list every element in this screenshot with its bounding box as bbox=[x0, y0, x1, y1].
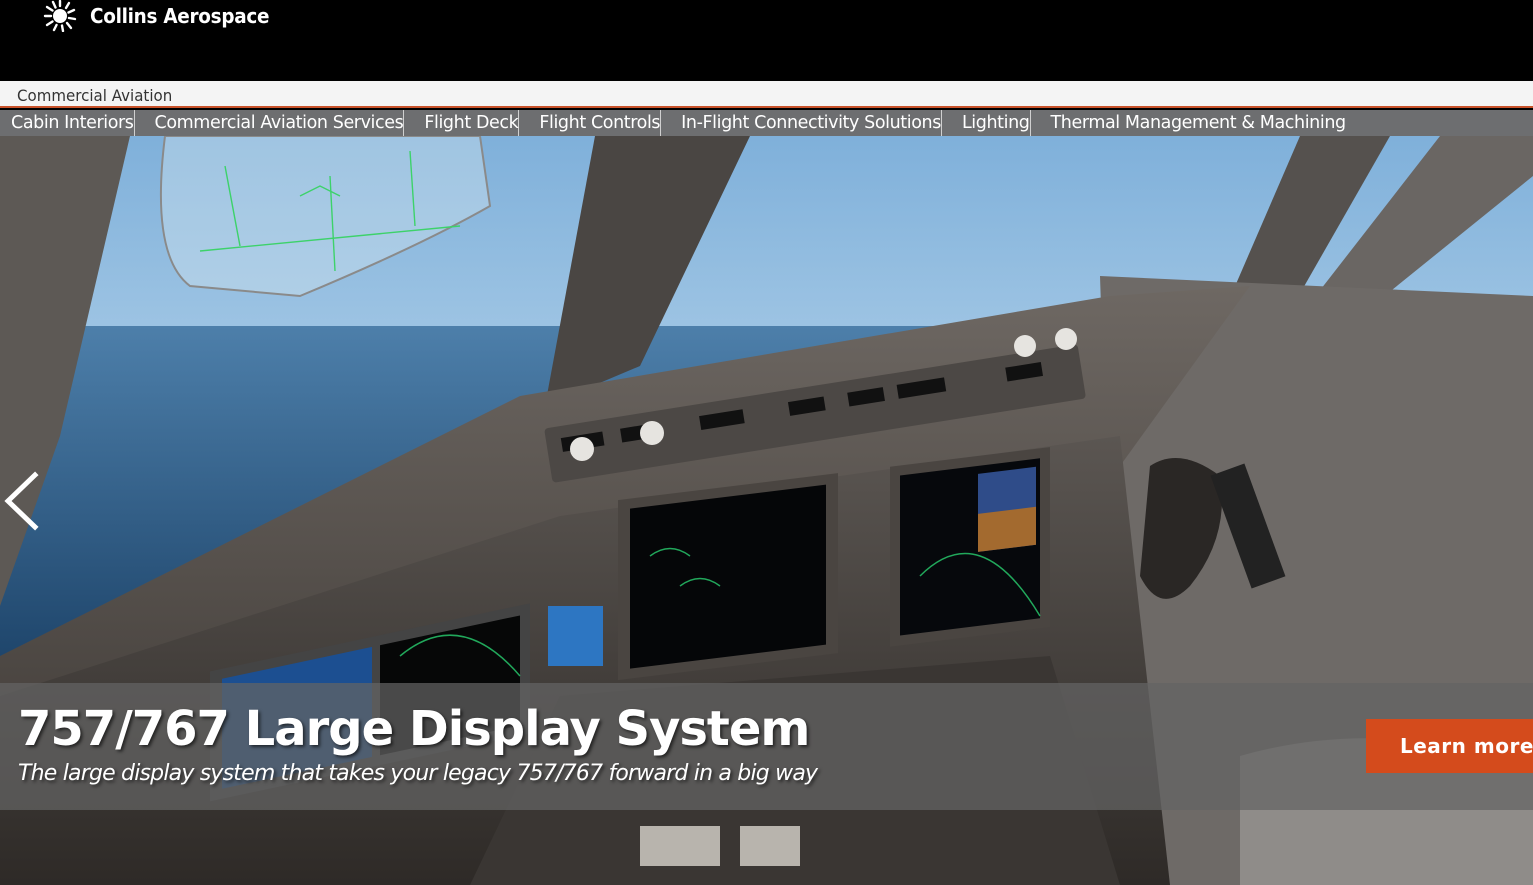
nav-item-flight-deck[interactable]: Flight Deck bbox=[404, 110, 520, 136]
learn-more-button[interactable]: Learn more bbox=[1366, 719, 1533, 773]
site-header: Collins Aerospace bbox=[0, 0, 1533, 81]
carousel-prev-button[interactable] bbox=[2, 471, 42, 531]
nav-item-flight-controls[interactable]: Flight Controls bbox=[519, 110, 662, 136]
nav-item-commercial-aviation-services[interactable]: Commercial Aviation Services bbox=[135, 110, 405, 136]
hero-carousel: 757/767 Large Display System The large d… bbox=[0, 136, 1533, 885]
nav-item-in-flight-connectivity[interactable]: In-Flight Connectivity Solutions bbox=[661, 110, 942, 136]
main-nav: Cabin Interiors Commercial Aviation Serv… bbox=[0, 110, 1533, 136]
section-bar: Commercial Aviation bbox=[0, 81, 1533, 108]
nav-item-thermal-management[interactable]: Thermal Management & Machining bbox=[1031, 110, 1347, 136]
nav-item-lighting[interactable]: Lighting bbox=[942, 110, 1031, 136]
hero-caption: 757/767 Large Display System The large d… bbox=[0, 683, 1533, 810]
brand-logo[interactable]: Collins Aerospace bbox=[40, 0, 285, 32]
sunburst-logo-icon bbox=[40, 0, 80, 32]
brand-name: Collins Aerospace bbox=[90, 4, 270, 28]
nav-item-cabin-interiors[interactable]: Cabin Interiors bbox=[0, 110, 135, 136]
chevron-left-icon bbox=[4, 471, 39, 531]
section-title[interactable]: Commercial Aviation bbox=[17, 86, 172, 105]
hero-subtitle: The large display system that takes your… bbox=[18, 761, 818, 786]
hero-title: 757/767 Large Display System bbox=[18, 701, 810, 757]
